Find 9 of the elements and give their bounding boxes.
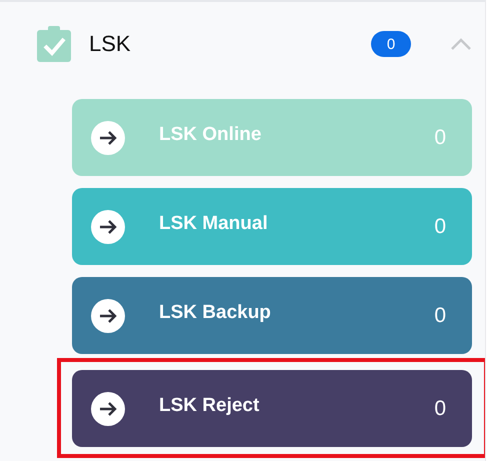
category-card[interactable]: LSK Reject 0: [72, 370, 472, 447]
category-card[interactable]: LSK Backup 0: [72, 277, 472, 354]
arrow-right-circle-icon: [91, 210, 125, 244]
arrow-right-circle-icon: [91, 392, 125, 426]
group-title: LSK: [89, 31, 132, 57]
count-badge: 0: [371, 31, 411, 57]
clipboard-check-icon: [37, 26, 71, 62]
arrow-right-circle-icon: [91, 120, 125, 154]
arrow-right-circle-icon: [91, 298, 125, 332]
